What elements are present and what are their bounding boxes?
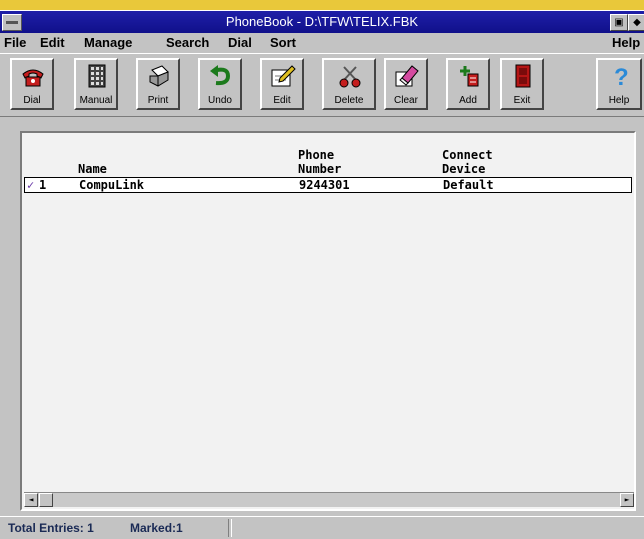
add-button[interactable]: Add — [446, 58, 490, 110]
toolbar: Dial Manual Print Undo Edit Delete Clear… — [0, 53, 644, 117]
scroll-arrow-icon[interactable]: ◆ — [628, 14, 644, 31]
menu-sort[interactable]: Sort — [270, 35, 296, 50]
column-header-device-line2[interactable]: Device — [442, 162, 485, 176]
dial-button[interactable]: Dial — [10, 58, 54, 110]
dial-label: Dial — [23, 95, 41, 106]
manual-label: Manual — [79, 95, 113, 106]
print-label: Print — [147, 95, 169, 106]
menu-help[interactable]: Help — [612, 35, 640, 50]
svg-text:?: ? — [614, 64, 629, 88]
edit-button[interactable]: Edit — [260, 58, 304, 110]
window-title: PhoneBook - D:\TFW\TELIX.FBK — [225, 14, 419, 29]
undo-label: Undo — [208, 95, 232, 106]
telephone-icon — [22, 69, 44, 87]
column-header-phone-line2[interactable]: Number — [298, 162, 341, 176]
exit-label: Exit — [513, 95, 531, 106]
title-bar[interactable]: PhoneBook - D:\TFW\TELIX.FBK ▣ ◆ — [0, 11, 644, 33]
question-mark-icon: ? — [614, 64, 629, 88]
exit-button[interactable]: Exit — [500, 58, 544, 110]
entry-phone: 9244301 — [299, 178, 350, 192]
menu-dial[interactable]: Dial — [228, 35, 252, 50]
menu-bar: File Edit Manage Search Dial Sort Help — [0, 33, 644, 53]
manual-button[interactable]: Manual — [74, 58, 118, 110]
horizontal-scrollbar[interactable]: ◄ ► — [24, 492, 634, 507]
delete-label: Delete — [334, 95, 364, 106]
exit-door-icon — [515, 64, 531, 88]
menu-manage[interactable]: Manage — [84, 35, 132, 50]
menu-file[interactable]: File — [4, 35, 26, 50]
undo-button[interactable]: Undo — [198, 58, 242, 110]
phonebook-window: PhoneBook - D:\TFW\TELIX.FBK ▣ ◆ File Ed… — [0, 10, 644, 539]
column-header-phone-line1[interactable]: Phone — [298, 148, 334, 162]
pencil-pad-icon — [271, 65, 296, 87]
clear-button[interactable]: Clear — [384, 58, 428, 110]
column-header-name[interactable]: Name — [78, 162, 107, 176]
status-divider — [228, 519, 232, 537]
printer-icon — [149, 65, 169, 87]
menu-search[interactable]: Search — [166, 35, 209, 50]
scroll-left-button[interactable]: ◄ — [24, 493, 38, 507]
marked-count: Marked:1 — [130, 521, 183, 535]
print-button[interactable]: Print — [136, 58, 180, 110]
status-bar: Total Entries: 1 Marked:1 — [0, 516, 644, 539]
eraser-icon — [395, 65, 419, 87]
delete-button[interactable]: Delete — [322, 58, 376, 110]
menu-edit[interactable]: Edit — [40, 35, 65, 50]
entry-device: Default — [443, 178, 494, 192]
add-label: Add — [459, 95, 477, 106]
table-row[interactable]: ✓ 1 CompuLink 9244301 Default — [24, 177, 632, 193]
entry-name: CompuLink — [79, 178, 145, 192]
scissors-icon — [339, 66, 361, 88]
marked-check-icon: ✓ — [27, 178, 35, 192]
total-entries: Total Entries: 1 — [8, 521, 94, 535]
scroll-right-button[interactable]: ► — [620, 493, 634, 507]
add-plus-icon — [460, 66, 479, 87]
column-header-device-line1[interactable]: Connect — [442, 148, 493, 162]
row-index: 1 — [39, 178, 47, 192]
help-label: Help — [608, 95, 630, 106]
keypad-icon — [88, 64, 106, 88]
help-button[interactable]: ? Help — [596, 58, 642, 110]
restore-button[interactable]: ▣ — [610, 14, 628, 31]
scroll-thumb[interactable] — [39, 493, 53, 507]
clear-label: Clear — [394, 95, 418, 106]
edit-label: Edit — [273, 95, 291, 106]
undo-arrow-icon — [210, 65, 231, 86]
phonebook-list[interactable]: Name Phone Number Connect Device ✓ 1 Com… — [20, 131, 636, 511]
